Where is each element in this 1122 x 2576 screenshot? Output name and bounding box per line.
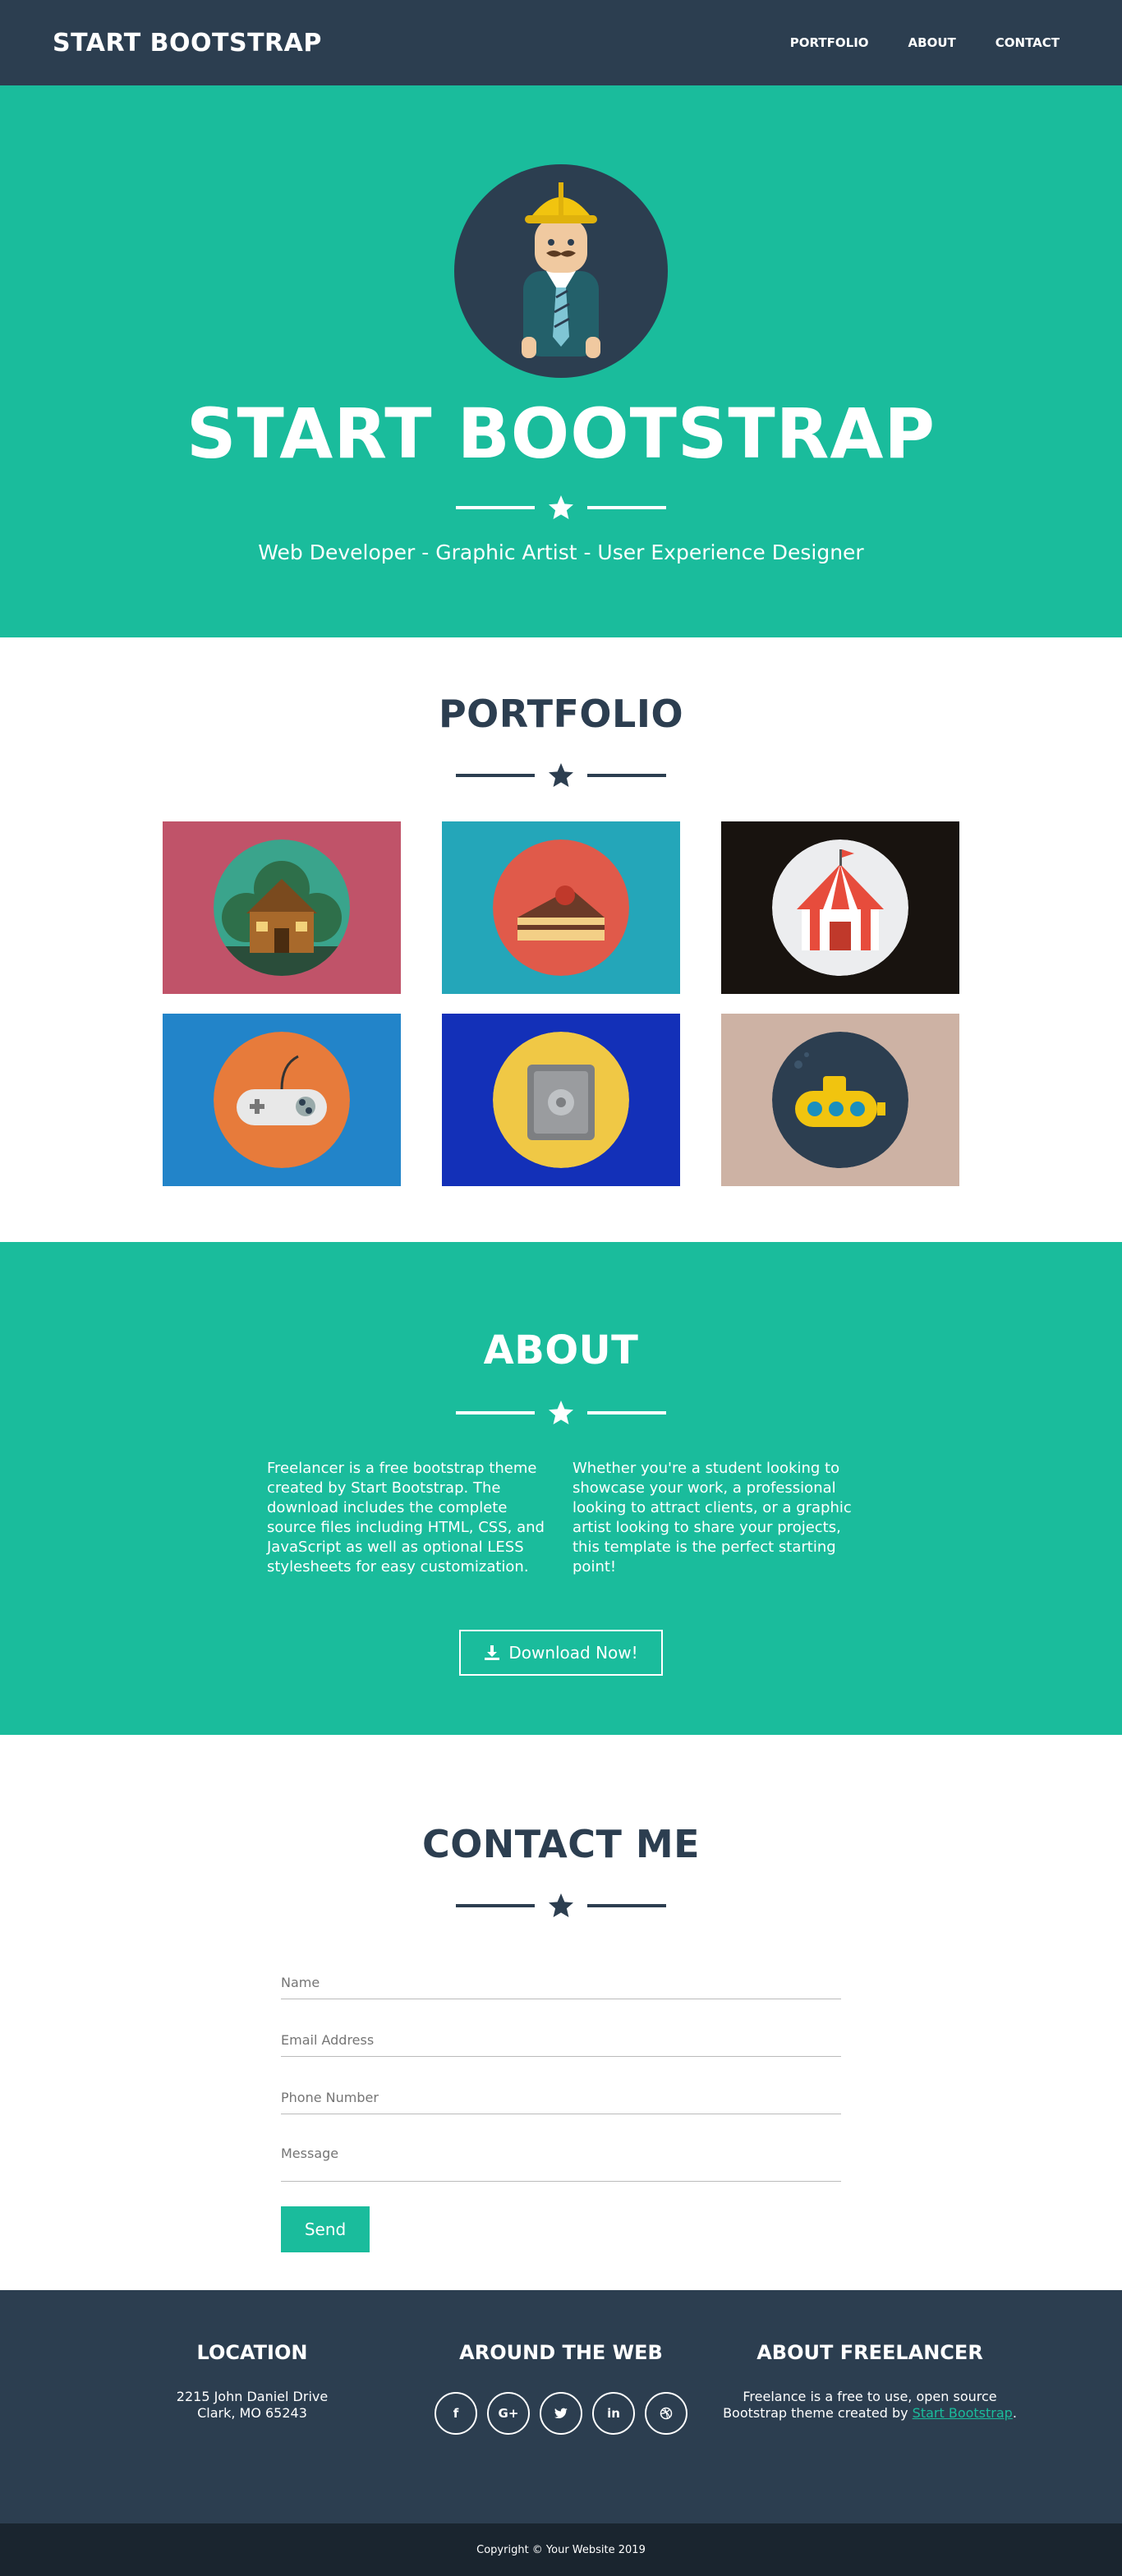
star-divider — [0, 761, 1122, 790]
about-title: ABOUT — [483, 1327, 639, 1373]
address-line-1: 2215 John Daniel Drive — [176, 2389, 329, 2404]
twitter-icon[interactable] — [540, 2392, 582, 2435]
portfolio-title: PORTFOLIO — [438, 692, 684, 736]
contact-title: CONTACT ME — [421, 1822, 701, 1866]
brand-logo[interactable]: START BOOTSTRAP — [53, 29, 322, 58]
address-line-2: Clark, MO 65243 — [197, 2405, 307, 2421]
send-button[interactable]: Send — [281, 2206, 370, 2252]
message-field-wrap — [281, 2114, 841, 2182]
name-field[interactable] — [281, 1975, 841, 1990]
star-icon — [549, 763, 573, 787]
masthead-title: START BOOTSTRAP — [186, 393, 936, 474]
message-field[interactable] — [281, 2146, 841, 2161]
circus-tent-icon — [772, 840, 908, 976]
footer-location: LOCATION 2215 John Daniel Drive Clark, M… — [98, 2341, 407, 2523]
portfolio-item-safe[interactable] — [442, 1014, 680, 1186]
safe-icon — [493, 1032, 629, 1168]
start-bootstrap-link[interactable]: Start Bootstrap — [913, 2405, 1013, 2421]
footer-about-title: ABOUT FREELANCER — [756, 2341, 983, 2364]
masthead: START BOOTSTRAP Web Developer - Graphic … — [0, 85, 1122, 637]
download-label: Download Now! — [508, 1643, 638, 1663]
social-links: f G+ in — [407, 2392, 715, 2435]
phone-field[interactable] — [281, 2090, 841, 2105]
star-divider — [0, 1891, 1122, 1920]
portfolio-section: PORTFOLIO — [0, 637, 1122, 1242]
navbar: START BOOTSTRAP PORTFOLIO ABOUT CONTACT — [0, 0, 1122, 85]
star-icon — [549, 1893, 573, 1917]
game-controller-icon — [214, 1032, 350, 1168]
name-field-wrap — [281, 1942, 841, 1999]
linkedin-icon[interactable]: in — [592, 2392, 635, 2435]
about-section: ABOUT Freelancer is a free bootstrap the… — [0, 1242, 1122, 1735]
star-icon — [549, 1401, 573, 1424]
cake-icon — [493, 840, 629, 976]
avatar — [454, 164, 668, 378]
footer-location-title: LOCATION — [196, 2341, 308, 2364]
star-icon — [549, 495, 573, 519]
cabin-icon — [214, 840, 350, 976]
footer-social: AROUND THE WEB f G+ in — [407, 2341, 715, 2523]
nav-link-contact[interactable]: CONTACT — [976, 24, 1079, 62]
download-icon — [485, 1645, 500, 1660]
contact-form: Send — [281, 1942, 841, 2252]
footer-about-period: . — [1012, 2405, 1017, 2421]
portfolio-item-cake[interactable] — [442, 821, 680, 994]
contact-section: CONTACT ME Send — [0, 1735, 1122, 2290]
twitter-bird-icon — [554, 2408, 568, 2419]
footer: LOCATION 2215 John Daniel Drive Clark, M… — [0, 2290, 1122, 2523]
download-button[interactable]: Download Now! — [459, 1630, 663, 1676]
nav-links: PORTFOLIO ABOUT CONTACT — [770, 24, 1079, 62]
copyright-bar: Copyright © Your Website 2019 — [0, 2523, 1122, 2576]
star-divider — [0, 1398, 1122, 1428]
email-field-wrap — [281, 1999, 841, 2057]
dribbble-icon[interactable] — [645, 2392, 687, 2435]
footer-web-title: AROUND THE WEB — [459, 2341, 663, 2364]
about-columns: Freelancer is a free bootstrap theme cre… — [0, 1459, 1122, 1577]
star-divider — [456, 493, 666, 522]
facebook-icon[interactable]: f — [435, 2392, 477, 2435]
portfolio-item-circus[interactable] — [721, 821, 959, 994]
portfolio-item-controller[interactable] — [163, 1014, 401, 1186]
masthead-subtitle: Web Developer - Graphic Artist - User Ex… — [258, 540, 864, 564]
footer-about-text: Freelance is a free to use, open source … — [715, 2389, 1024, 2422]
construction-worker-icon — [522, 182, 600, 358]
footer-about: ABOUT FREELANCER Freelance is a free to … — [715, 2341, 1024, 2523]
submarine-icon — [772, 1032, 908, 1168]
nav-link-about[interactable]: ABOUT — [889, 24, 976, 62]
footer-address: 2215 John Daniel Drive Clark, MO 65243 — [98, 2389, 407, 2422]
about-text-left: Freelancer is a free bootstrap theme cre… — [267, 1460, 545, 1576]
portfolio-item-cabin[interactable] — [163, 821, 401, 994]
nav-link-portfolio[interactable]: PORTFOLIO — [770, 24, 889, 62]
copyright-text: Copyright © Your Website 2019 — [476, 2543, 646, 2556]
phone-field-wrap — [281, 2057, 841, 2114]
portfolio-grid — [0, 821, 1122, 1186]
email-field[interactable] — [281, 2032, 841, 2048]
dribbble-ball-icon — [660, 2407, 673, 2420]
google-plus-icon[interactable]: G+ — [487, 2392, 530, 2435]
portfolio-item-submarine[interactable] — [721, 1014, 959, 1186]
about-text-right: Whether you're a student looking to show… — [572, 1460, 852, 1576]
